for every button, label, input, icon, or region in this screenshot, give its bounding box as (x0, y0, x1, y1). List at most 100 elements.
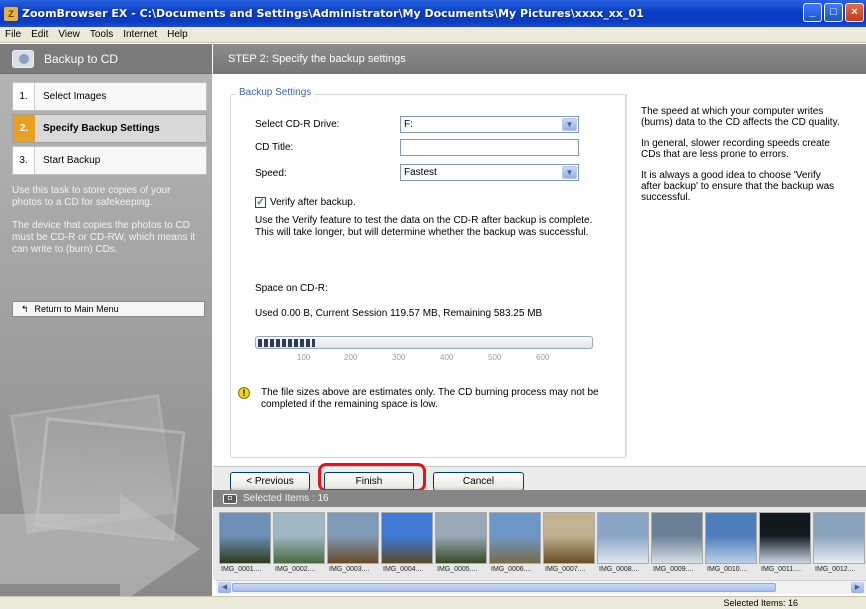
thumbnail-label: IMG_0001.... (221, 566, 262, 573)
return-label: Return to Main Menu (34, 304, 119, 314)
step-label: Select Images (43, 91, 107, 102)
speed-label: Speed: (255, 168, 287, 179)
thumbnail-label: IMG_0007.... (545, 566, 586, 573)
camera-icon: ◘ (223, 493, 237, 504)
thumbnail-label: IMG_0002.... (275, 566, 316, 573)
help-text: In general, slower recording speeds crea… (641, 138, 830, 160)
help-text: It is always a good idea to choose 'Veri… (641, 170, 835, 203)
scale-tick: 600 (536, 353, 550, 362)
step-label: Specify Backup Settings (43, 123, 160, 134)
scale-tick: 300 (392, 353, 406, 362)
decorative-arrow-graphic (0, 494, 200, 596)
help-text: The speed at which your computer writes … (641, 106, 840, 128)
thumbnail-label: IMG_0012.... (815, 566, 856, 573)
cd-space-progress-bar (255, 336, 593, 349)
minimize-button[interactable]: _ (803, 3, 822, 22)
sidebar-title: Backup to CD (44, 51, 119, 66)
thumbnail-image[interactable] (759, 512, 811, 564)
cd-title-label: CD Title: (255, 142, 294, 153)
thumbnail-label: IMG_0006.... (491, 566, 532, 573)
thumbnail-image[interactable] (219, 512, 271, 564)
window-titlebar: Z ZoomBrowser EX - C:\Documents and Sett… (0, 0, 866, 27)
cd-drive-value: F: (404, 119, 413, 130)
progress-scale: 100 200 300 400 500 600 (293, 353, 573, 365)
menu-tools[interactable]: Tools (85, 29, 118, 40)
thumbnail-image[interactable] (705, 512, 757, 564)
step-number: 2. (13, 115, 35, 142)
cd-drive-select[interactable]: F: ▼ (400, 116, 579, 133)
scroll-left-icon[interactable]: ◀ (218, 582, 231, 593)
step-number: 1. (13, 83, 35, 110)
step-number: 3. (13, 147, 35, 174)
menu-bar: File Edit View Tools Internet Help (0, 27, 866, 43)
chevron-down-icon[interactable]: ▼ (562, 118, 577, 131)
cd-icon (12, 49, 34, 68)
step-header: STEP 2: Specify the backup settings (213, 44, 866, 74)
maximize-button[interactable]: □ (824, 3, 843, 22)
warning-text: The file sizes above are estimates only.… (261, 387, 599, 410)
speed-select[interactable]: Fastest ▼ (400, 164, 579, 181)
thumbnail-label: IMG_0011.... (761, 566, 801, 573)
close-button[interactable]: × (845, 3, 864, 22)
verify-label: Verify after backup. (270, 197, 356, 208)
thumbnail-image[interactable] (813, 512, 865, 564)
sidebar-header: Backup to CD (0, 44, 212, 74)
warning-icon: ! (238, 387, 250, 399)
progress-fill (258, 339, 315, 347)
step-specify-backup-settings[interactable]: 2. Specify Backup Settings (12, 114, 207, 143)
step-select-images[interactable]: 1. Select Images (12, 82, 207, 111)
scale-tick: 100 (297, 353, 311, 362)
menu-view[interactable]: View (53, 29, 85, 40)
horizontal-scrollbar[interactable]: ◀ ▶ (216, 580, 866, 594)
drive-label: Select CD-R Drive: (255, 119, 340, 130)
scale-tick: 400 (440, 353, 454, 362)
status-text: Selected Items: 16 (723, 598, 798, 608)
thumbnail-label: IMG_0005.... (437, 566, 478, 573)
return-to-main-menu-button[interactable]: ↰ Return to Main Menu (12, 301, 205, 317)
space-label: Space on CD-R: (255, 283, 328, 294)
finish-highlight-annotation (318, 463, 426, 492)
thumbnail-image[interactable] (651, 512, 703, 564)
thumbnail-label: IMG_0009.... (653, 566, 694, 573)
chevron-down-icon[interactable]: ▼ (562, 166, 577, 179)
scrollbar-thumb[interactable] (232, 583, 776, 592)
cd-title-input[interactable] (400, 139, 579, 156)
task-sidebar: Backup to CD 1. Select Images 2. Specify… (0, 44, 212, 596)
menu-edit[interactable]: Edit (26, 29, 53, 40)
scroll-right-icon[interactable]: ▶ (851, 582, 864, 593)
thumbnail-label: IMG_0003.... (329, 566, 370, 573)
step-start-backup[interactable]: 3. Start Backup (12, 146, 207, 175)
scale-tick: 500 (488, 353, 502, 362)
scale-tick: 200 (344, 353, 358, 362)
verify-checkbox[interactable]: ✓ (255, 197, 266, 208)
space-info: Used 0.00 B, Current Session 119.57 MB, … (255, 308, 543, 319)
previous-button[interactable]: < Previous (230, 472, 310, 491)
selected-items-count: Selected Items : 16 (243, 493, 329, 504)
thumbnail-image[interactable] (489, 512, 541, 564)
wizard-nav-bar: < Previous Finish Cancel (213, 466, 866, 491)
menu-internet[interactable]: Internet (118, 29, 162, 40)
main-panel: STEP 2: Specify the backup settings Back… (213, 44, 866, 466)
task-description-text: Use this task to store copies of your ph… (12, 185, 171, 208)
thumbnail-image[interactable] (435, 512, 487, 564)
thumbnail-image[interactable] (597, 512, 649, 564)
menu-file[interactable]: File (0, 29, 26, 40)
speed-value: Fastest (404, 167, 437, 178)
thumbnail-image[interactable] (327, 512, 379, 564)
step-list: 1. Select Images 2. Specify Backup Setti… (12, 82, 207, 178)
thumbnail-label: IMG_0008.... (599, 566, 640, 573)
divider (626, 94, 627, 458)
status-bar: Selected Items: 16 (0, 596, 866, 609)
cancel-button[interactable]: Cancel (433, 472, 524, 491)
menu-help[interactable]: Help (162, 29, 193, 40)
step-label: Start Backup (43, 155, 101, 166)
thumbnail-image[interactable] (543, 512, 595, 564)
app-icon: Z (4, 6, 18, 21)
thumbnail-label: IMG_0004.... (383, 566, 424, 573)
thumbnail-image[interactable] (381, 512, 433, 564)
verify-description: Use the Verify feature to test the data … (255, 215, 593, 238)
thumbnail-image[interactable] (273, 512, 325, 564)
return-icon: ↰ (21, 303, 29, 314)
thumbnail-label: IMG_0010.... (707, 566, 748, 573)
thumbnail-strip: IMG_0001.... IMG_0002.... IMG_0003.... IMG_… (213, 507, 866, 580)
